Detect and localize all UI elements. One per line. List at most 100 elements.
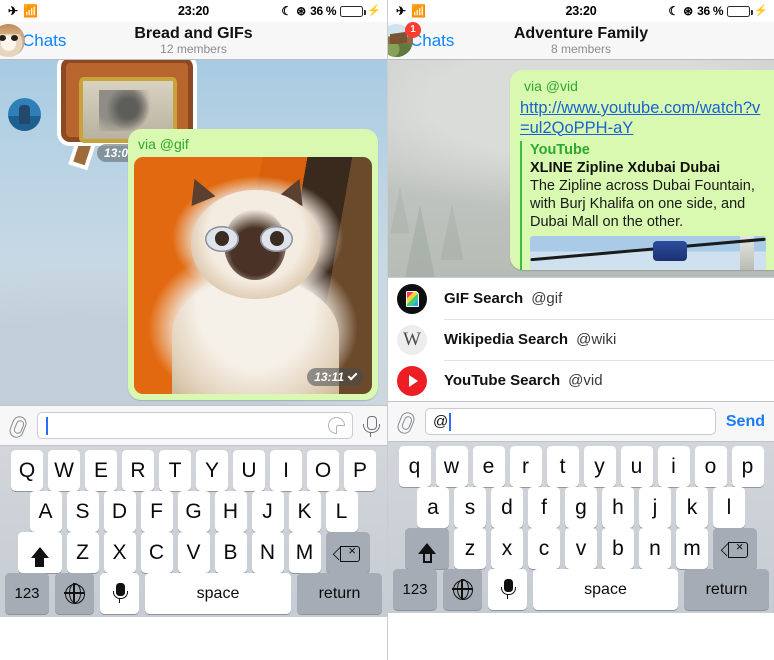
backspace-key[interactable]	[713, 528, 757, 569]
key-p[interactable]: p	[731, 446, 764, 487]
keyboard-right[interactable]: q w e r t y u i o p a s d f g h j k l z …	[388, 442, 774, 613]
key-w[interactable]: w	[435, 446, 468, 487]
youtube-link[interactable]: http://www.youtube.com/watch?v=ul2QoPPH-…	[520, 99, 766, 138]
globe-key[interactable]	[443, 569, 482, 610]
key-k[interactable]: K	[288, 491, 321, 532]
key-h[interactable]: h	[602, 487, 634, 528]
bot-suggestion-wiki[interactable]: W Wikipedia Search @wiki	[388, 319, 774, 360]
charging-bolt-icon: ⚡	[754, 4, 768, 17]
key-z[interactable]: Z	[66, 532, 99, 573]
dictation-key[interactable]	[488, 569, 527, 610]
key-o[interactable]: o	[694, 446, 727, 487]
key-d[interactable]: d	[491, 487, 523, 528]
message-input-left[interactable]	[37, 412, 353, 439]
space-key[interactable]: space	[145, 573, 291, 614]
key-c[interactable]: c	[528, 528, 560, 569]
key-u[interactable]: u	[620, 446, 653, 487]
key-f[interactable]: F	[140, 491, 173, 532]
globe-key[interactable]	[55, 573, 94, 614]
keyboard-row-3: z x c v b n m	[390, 528, 772, 569]
key-r[interactable]: r	[509, 446, 542, 487]
key-a[interactable]: A	[29, 491, 62, 532]
key-j[interactable]: J	[251, 491, 284, 532]
bot-suggestion-gif[interactable]: GIF Search @gif	[388, 278, 774, 319]
return-key[interactable]: return	[297, 573, 382, 614]
key-v[interactable]: V	[177, 532, 210, 573]
key-p[interactable]: P	[344, 450, 376, 491]
key-s[interactable]: s	[454, 487, 486, 528]
numbers-key[interactable]: 123	[393, 569, 437, 610]
key-q[interactable]: q	[398, 446, 431, 487]
key-s[interactable]: S	[66, 491, 99, 532]
key-e[interactable]: E	[85, 450, 117, 491]
message-input-right[interactable]: @	[425, 408, 716, 435]
zipline-thumbnail[interactable]	[530, 236, 766, 270]
background-tree-icon	[440, 203, 464, 261]
key-r[interactable]: R	[122, 450, 154, 491]
space-key[interactable]: space	[533, 569, 678, 610]
key-v[interactable]: v	[565, 528, 597, 569]
sticker-icon[interactable]	[328, 417, 345, 434]
shift-key[interactable]	[17, 532, 62, 573]
key-w[interactable]: W	[48, 450, 80, 491]
key-x[interactable]: x	[491, 528, 523, 569]
key-i[interactable]: I	[270, 450, 302, 491]
key-q[interactable]: Q	[11, 450, 43, 491]
key-y[interactable]: Y	[196, 450, 228, 491]
key-u[interactable]: U	[233, 450, 265, 491]
key-o[interactable]: O	[307, 450, 339, 491]
key-t[interactable]: t	[546, 446, 579, 487]
key-g[interactable]: G	[177, 491, 210, 532]
send-button[interactable]: Send	[724, 413, 767, 431]
keyboard-row-2: A S D F G H J K L	[2, 491, 385, 532]
backspace-key[interactable]	[325, 532, 370, 573]
key-i[interactable]: i	[657, 446, 690, 487]
key-b[interactable]: b	[602, 528, 634, 569]
key-z[interactable]: z	[454, 528, 486, 569]
key-e[interactable]: e	[472, 446, 505, 487]
bot-suggestion-youtube[interactable]: YouTube Search @vid	[388, 360, 774, 401]
keyboard-left[interactable]: Q W E R T Y U I O P A S D F G H J K L Z …	[0, 446, 387, 617]
key-l[interactable]: L	[325, 491, 358, 532]
numbers-key[interactable]: 123	[5, 573, 49, 614]
surprised-cat-gif[interactable]: 13:11	[134, 157, 372, 394]
key-m[interactable]: m	[676, 528, 708, 569]
key-t[interactable]: T	[159, 450, 191, 491]
key-d[interactable]: D	[103, 491, 136, 532]
key-j[interactable]: j	[639, 487, 671, 528]
cat-eye-left	[205, 225, 239, 252]
back-button-label: Chats	[22, 30, 67, 50]
message-list-left[interactable]: 13:07 via @gif 13:11	[0, 60, 387, 405]
chat-avatar[interactable]	[0, 24, 25, 57]
key-h[interactable]: H	[214, 491, 247, 532]
key-g[interactable]: g	[565, 487, 597, 528]
key-b[interactable]: B	[214, 532, 247, 573]
key-k[interactable]: k	[676, 487, 708, 528]
key-n[interactable]: N	[251, 532, 284, 573]
key-y[interactable]: y	[583, 446, 616, 487]
paperclip-icon[interactable]	[7, 414, 29, 438]
key-a[interactable]: a	[417, 487, 449, 528]
sender-avatar[interactable]	[8, 98, 41, 131]
message-meta: 13:11	[307, 368, 364, 386]
microphone-icon[interactable]	[361, 414, 380, 438]
gif-image	[134, 157, 372, 394]
key-l[interactable]: l	[713, 487, 745, 528]
link-preview[interactable]: YouTube XLINE Zipline Xdubai Dubai The Z…	[520, 141, 766, 270]
status-bar-left: ✈ 📶 23:20 ☾ ⊛ 36 % ⚡	[0, 0, 387, 22]
message-list-right[interactable]: via @vid http://www.youtube.com/watch?v=…	[388, 60, 774, 277]
key-c[interactable]: C	[140, 532, 173, 573]
rotation-lock-icon: ⊛	[683, 4, 694, 18]
key-x[interactable]: X	[103, 532, 136, 573]
shift-key[interactable]	[405, 528, 449, 569]
inline-bot-suggestions[interactable]: GIF Search @gif W Wikipedia Search @wiki…	[388, 277, 774, 401]
outgoing-gif-message[interactable]: via @gif 13:11	[128, 129, 378, 400]
key-n[interactable]: n	[639, 528, 671, 569]
key-f[interactable]: f	[528, 487, 560, 528]
paperclip-icon[interactable]	[395, 410, 417, 434]
dictation-key[interactable]	[100, 573, 139, 614]
message-timestamp: 13:11	[314, 370, 344, 384]
outgoing-link-message[interactable]: via @vid http://www.youtube.com/watch?v=…	[510, 70, 774, 270]
key-m[interactable]: M	[288, 532, 321, 573]
return-key[interactable]: return	[684, 569, 769, 610]
